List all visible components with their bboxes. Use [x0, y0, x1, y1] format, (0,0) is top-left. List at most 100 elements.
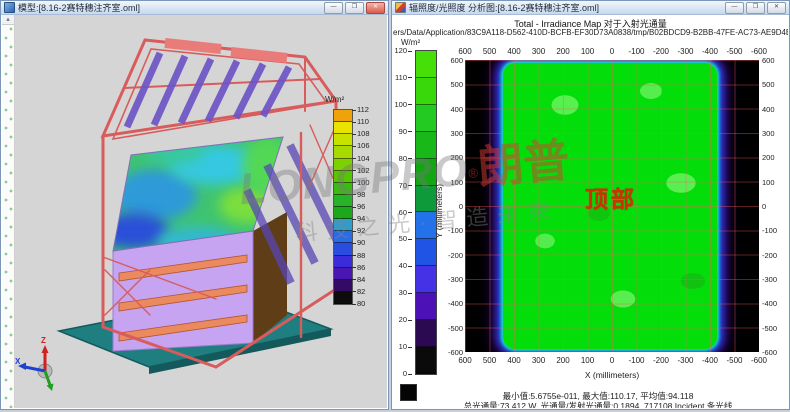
axis-z-label: Z — [41, 336, 46, 345]
application-screen: 模型:[8.16-2赛特穗注齐室.oml] — ❐ ✕ ▴ — [0, 0, 790, 412]
y-tick-label: 0 — [443, 202, 463, 211]
maximize-button[interactable]: ❐ — [746, 2, 765, 14]
y-tick-label: 0 — [762, 202, 786, 211]
left-colorbar-unit: W/m² — [325, 95, 344, 104]
colorbar-segment — [416, 320, 436, 347]
x-axis-title: X (millimeters) — [465, 370, 759, 380]
colorbar-segment — [334, 268, 352, 280]
x-tick-label: -100 — [628, 47, 644, 56]
y-tick-label: -600 — [762, 348, 786, 357]
x-tick-label: 500 — [483, 47, 496, 56]
right-colorbar-unit: W/m² — [401, 38, 420, 47]
colorbar-segment — [416, 212, 436, 239]
model-tree-strip[interactable]: ▴ — [2, 15, 15, 408]
y-tick-label: 200 — [443, 153, 463, 162]
close-button[interactable]: ✕ — [767, 2, 786, 14]
x-tick-label: -200 — [653, 356, 669, 365]
x-tick-label: -500 — [726, 356, 742, 365]
colorbar-segment — [416, 266, 436, 293]
irradiance-window: 辐照度/光照度 分析图:[8.16-2赛特穗注齐室.oml] — ❐ ✕ Tot… — [391, 0, 790, 410]
colorbar-segment — [416, 159, 436, 186]
y-tick-label: -100 — [762, 226, 786, 235]
colorbar-tick-label: 70 — [393, 181, 412, 190]
colorbar-segment — [416, 347, 436, 374]
x-tick-label: 400 — [507, 356, 520, 365]
x-tick-label: -100 — [628, 356, 644, 365]
colorbar-tick-label: 120 — [393, 46, 412, 55]
colorbar-tick-label: 60 — [393, 208, 412, 217]
minimize-button[interactable]: — — [324, 2, 343, 14]
colorbar-tick-label: 30 — [393, 288, 412, 297]
colorbar-segment — [334, 159, 352, 171]
model-3d-scene: Z X — [15, 15, 387, 408]
colorbar-segment — [334, 243, 352, 255]
axis-x-label: X — [15, 357, 21, 366]
y-tick-label: 300 — [443, 129, 463, 138]
y-tick-label: -200 — [443, 251, 463, 260]
colorbar-segment — [334, 122, 352, 134]
colorbar-tick-label: 10 — [393, 342, 412, 351]
colorbar-segment — [416, 78, 436, 105]
colorbar-tick-label: 40 — [393, 261, 412, 270]
x-tick-label: 100 — [581, 356, 594, 365]
axis-triad: Z X — [15, 336, 54, 391]
model-window-title: 模型:[8.16-2赛特穗注齐室.oml] — [18, 1, 140, 14]
x-tick-label: 0 — [610, 356, 614, 365]
model-3d-viewport[interactable]: Z X W/m² 1121101081061041021009896949290… — [15, 15, 387, 408]
y-tick-label: -500 — [762, 324, 786, 333]
stats-line-2: 总光通量:73.412 W, 光通量/发射光通量:0.1894, 717108 … — [433, 400, 763, 408]
colorbar-segment — [334, 195, 352, 207]
irradiance-plot[interactable]: 顶部 — [465, 60, 759, 352]
y-tick-label: 500 — [443, 80, 463, 89]
x-tick-label: -400 — [702, 47, 718, 56]
x-tick-label: 100 — [581, 47, 594, 56]
colorbar-segment — [416, 186, 436, 213]
colorbar-segment — [334, 292, 352, 304]
irradiance-map-panel: Total - Irradiance Map 对于入射光通量 ers/Data/… — [393, 15, 788, 408]
x-tick-label: -600 — [751, 356, 767, 365]
irradiance-window-titlebar[interactable]: 辐照度/光照度 分析图:[8.16-2赛特穗注齐室.oml] — ❐ ✕ — [392, 1, 789, 15]
irradiance-window-controls: — ❐ ✕ — [725, 2, 786, 14]
colorbar-segment — [416, 132, 436, 159]
x-tick-label: 600 — [458, 47, 471, 56]
colorbar-tick-label: 0 — [393, 369, 412, 378]
left-colorbar-bar — [333, 109, 353, 305]
y-tick-label: 500 — [762, 80, 786, 89]
x-tick-label: 500 — [483, 356, 496, 365]
x-tick-label: -600 — [751, 47, 767, 56]
colorbar-segment — [334, 207, 352, 219]
x-tick-label: 0 — [610, 47, 614, 56]
x-tick-label: -400 — [702, 356, 718, 365]
colorbar-tick-label: 80 — [393, 154, 412, 163]
restore-button[interactable]: ❐ — [345, 2, 364, 14]
colorbar-tick-label: 20 — [393, 315, 412, 324]
roof-lamps — [127, 53, 289, 127]
colorbar-segment — [334, 219, 352, 231]
close-button[interactable]: ✕ — [366, 2, 385, 14]
colorbar-tick-label: 90 — [393, 127, 412, 136]
x-tick-label: -300 — [677, 47, 693, 56]
colorbar-tick-label: 100 — [393, 100, 412, 109]
model-window-titlebar[interactable]: 模型:[8.16-2赛特穗注齐室.oml] — ❐ ✕ — [1, 1, 388, 15]
irradiance-window-title: 辐照度/光照度 分析图:[8.16-2赛特穗注齐室.oml] — [409, 1, 599, 14]
colorbar-segment — [334, 146, 352, 158]
collapse-arrow-icon[interactable]: ▴ — [2, 15, 14, 25]
underflow-swatch — [400, 384, 417, 401]
x-tick-label: 200 — [556, 47, 569, 56]
y-tick-label: 200 — [762, 153, 786, 162]
y-tick-label: -400 — [443, 299, 463, 308]
colorbar-segment — [334, 280, 352, 292]
x-tick-label: 200 — [556, 356, 569, 365]
map-annotation: 顶部 — [585, 180, 637, 214]
y-tick-label: 100 — [762, 178, 786, 187]
minimize-button[interactable]: — — [725, 2, 744, 14]
colorbar-segment — [416, 293, 436, 320]
y-tick-label: -200 — [762, 251, 786, 260]
y-tick-label: -400 — [762, 299, 786, 308]
device-box — [113, 231, 253, 351]
colorbar-tick-label: 110 — [393, 73, 412, 82]
colorbar-segment — [334, 110, 352, 122]
colorbar-segment — [334, 134, 352, 146]
y-tick-label: 600 — [762, 56, 786, 65]
x-tick-label: 300 — [532, 47, 545, 56]
